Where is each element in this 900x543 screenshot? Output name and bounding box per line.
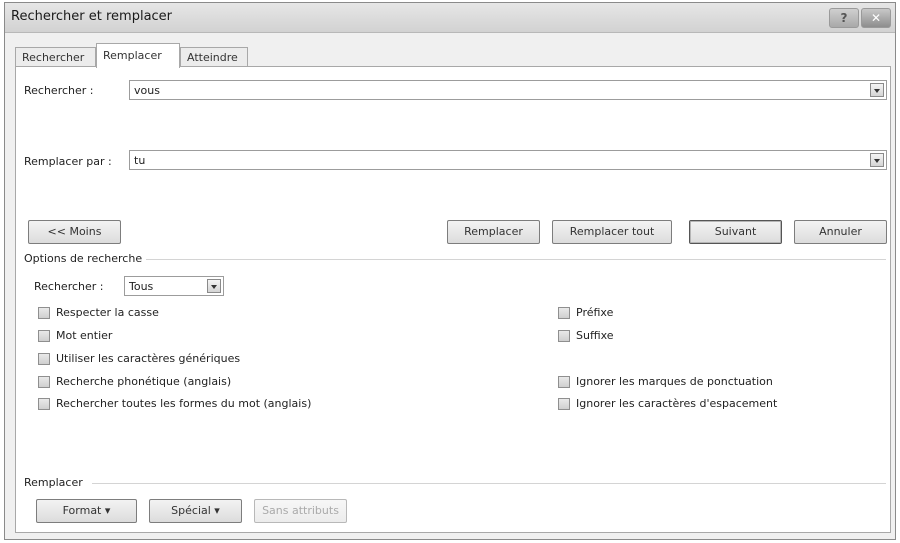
replace-all-button[interactable]: Remplacer tout xyxy=(552,220,672,244)
section-divider xyxy=(146,259,886,260)
cancel-button[interactable]: Annuler xyxy=(794,220,887,244)
tab-find[interactable]: Rechercher xyxy=(15,47,96,67)
next-button[interactable]: Suivant xyxy=(689,220,782,244)
replace-combo[interactable]: tu xyxy=(129,150,887,170)
search-direction-value[interactable]: Tous xyxy=(129,280,153,293)
dialog-title: Rechercher et remplacer xyxy=(11,9,173,24)
checkbox-label: Respecter la casse xyxy=(56,306,159,319)
checkbox-label: Recherche phonétique (anglais) xyxy=(56,375,232,388)
title-bar: Rechercher et remplacer ? ✕ xyxy=(5,3,895,33)
checkbox-label: Préfixe xyxy=(576,306,614,319)
replace-button[interactable]: Remplacer xyxy=(447,220,540,244)
tab-goto[interactable]: Atteindre xyxy=(180,47,248,67)
find-replace-dialog: Rechercher et remplacer ? ✕ Rechercher R… xyxy=(4,2,896,540)
chevron-down-icon[interactable] xyxy=(870,83,884,97)
checkbox-box[interactable] xyxy=(38,353,50,365)
checkbox-box[interactable] xyxy=(38,398,50,410)
tab-replace[interactable]: Remplacer xyxy=(96,43,180,68)
no-attributes-button[interactable]: Sans attributs xyxy=(254,499,347,523)
checkbox-box[interactable] xyxy=(558,376,570,388)
checkbox-label: Rechercher toutes les formes du mot (ang… xyxy=(56,397,312,410)
checkbox-box[interactable] xyxy=(38,376,50,388)
chevron-down-icon[interactable] xyxy=(870,153,884,167)
checkbox-box[interactable] xyxy=(38,330,50,342)
find-label: Rechercher : xyxy=(24,84,94,97)
checkbox-label: Ignorer les marques de ponctuation xyxy=(576,375,773,388)
checkbox-label: Mot entier xyxy=(56,329,113,342)
special-menu-button[interactable]: Spécial ▾ xyxy=(149,499,242,523)
find-combo[interactable]: vous xyxy=(129,80,887,100)
help-button[interactable]: ? xyxy=(829,8,859,28)
format-menu-button[interactable]: Format ▾ xyxy=(36,499,137,523)
search-options-title: Options de recherche xyxy=(24,252,143,265)
replace-section-title: Remplacer xyxy=(24,476,83,489)
replace-label: Remplacer par : xyxy=(24,155,112,168)
less-button[interactable]: << Moins xyxy=(28,220,121,244)
checkbox-box[interactable] xyxy=(558,330,570,342)
search-direction-select[interactable]: Tous xyxy=(124,276,224,296)
checkbox-box[interactable] xyxy=(558,307,570,319)
chevron-down-icon[interactable] xyxy=(207,279,221,293)
checkbox-label: Ignorer les caractères d'espacement xyxy=(576,397,778,410)
replace-panel: Rechercher : vous Remplacer par : tu << … xyxy=(15,66,891,533)
checkbox-label: Suffixe xyxy=(576,329,614,342)
checkbox-box[interactable] xyxy=(558,398,570,410)
checkbox-label: Utiliser les caractères génériques xyxy=(56,352,241,365)
search-direction-label: Rechercher : xyxy=(34,280,104,293)
checkbox-box[interactable] xyxy=(38,307,50,319)
close-button[interactable]: ✕ xyxy=(861,8,891,28)
replace-input[interactable]: tu xyxy=(134,154,145,167)
section-divider xyxy=(92,483,886,484)
find-input[interactable]: vous xyxy=(134,84,160,97)
